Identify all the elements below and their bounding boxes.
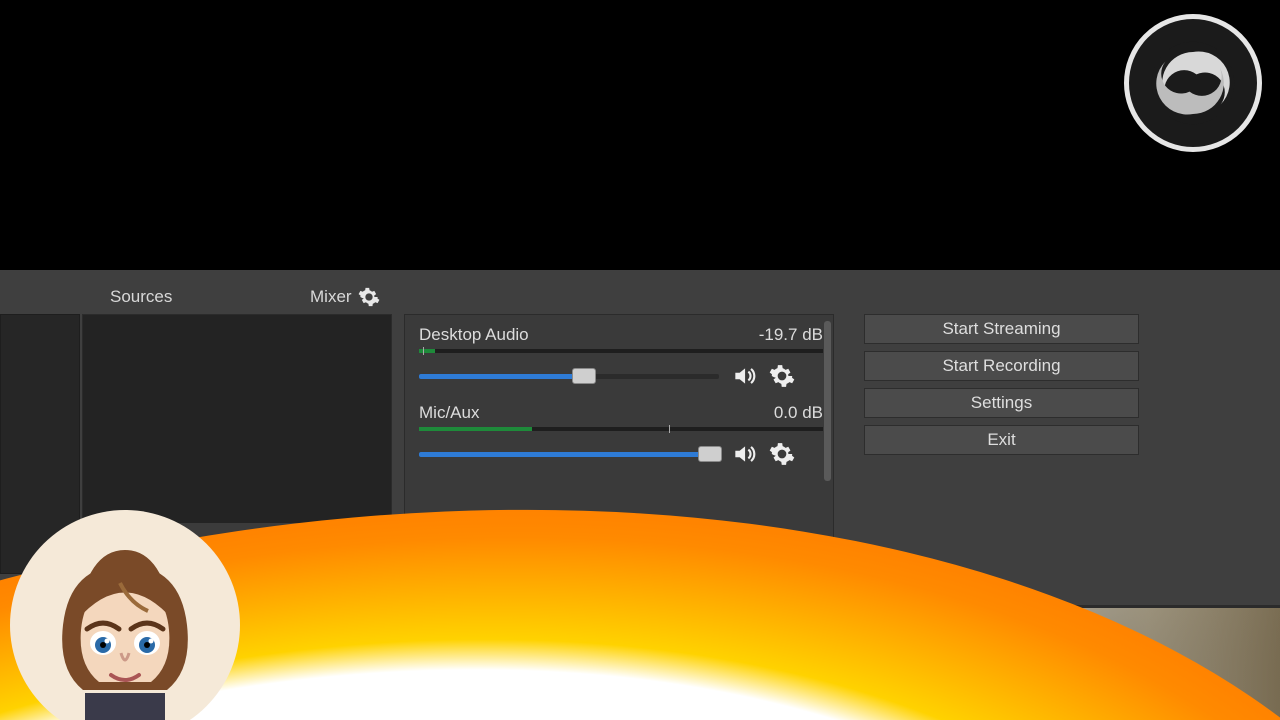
sources-label: Sources — [110, 287, 172, 306]
mouse-cursor-icon — [627, 534, 649, 567]
volume-slider[interactable] — [419, 449, 719, 459]
mixer-settings-gear-icon[interactable] — [358, 286, 380, 308]
mixer-channel-desktop-audio: Desktop Audio -19.7 dB — [419, 325, 823, 389]
mute-speaker-icon[interactable] — [729, 363, 759, 389]
settings-button[interactable]: Settings — [864, 388, 1139, 418]
obs-dock-area: Sources Mixer Desktop Audio — [0, 280, 1280, 568]
move-source-up-icon[interactable] — [247, 534, 269, 556]
channel-db: 0.0 dB — [774, 403, 823, 423]
exit-button[interactable]: Exit — [864, 425, 1139, 455]
mixer-scrollbar[interactable] — [824, 321, 831, 481]
volume-slider[interactable] — [419, 371, 719, 381]
preview-canvas — [0, 0, 1280, 270]
channel-name: Mic/Aux — [419, 403, 479, 423]
channel-settings-gear-icon[interactable] — [769, 441, 795, 467]
channel-db: -19.7 dB — [759, 325, 823, 345]
controls-panel: Start Streaming Start Recording Settings… — [864, 314, 1139, 455]
dock-body: Desktop Audio -19.7 dB — [0, 314, 1280, 568]
mixer-panel: Desktop Audio -19.7 dB — [404, 314, 834, 568]
channel-settings-gear-icon[interactable] — [769, 363, 795, 389]
start-streaming-button[interactable]: Start Streaming — [864, 314, 1139, 344]
mute-speaker-icon[interactable] — [729, 441, 759, 467]
start-recording-button[interactable]: Start Recording — [864, 351, 1139, 381]
channel-meter — [419, 349, 823, 353]
sources-header: Sources — [0, 287, 300, 307]
mixer-header: Mixer — [300, 286, 730, 308]
mixer-channel-mic-aux: Mic/Aux 0.0 dB — [419, 403, 823, 467]
video-thumbnail-strip — [620, 605, 1280, 720]
channel-meter — [419, 427, 823, 431]
dock-headers: Sources Mixer — [0, 280, 1280, 314]
channel-name: Desktop Audio — [419, 325, 529, 345]
obs-logo-icon — [1124, 14, 1262, 152]
mixer-label: Mixer — [310, 287, 352, 307]
move-source-down-icon[interactable] — [293, 534, 315, 556]
